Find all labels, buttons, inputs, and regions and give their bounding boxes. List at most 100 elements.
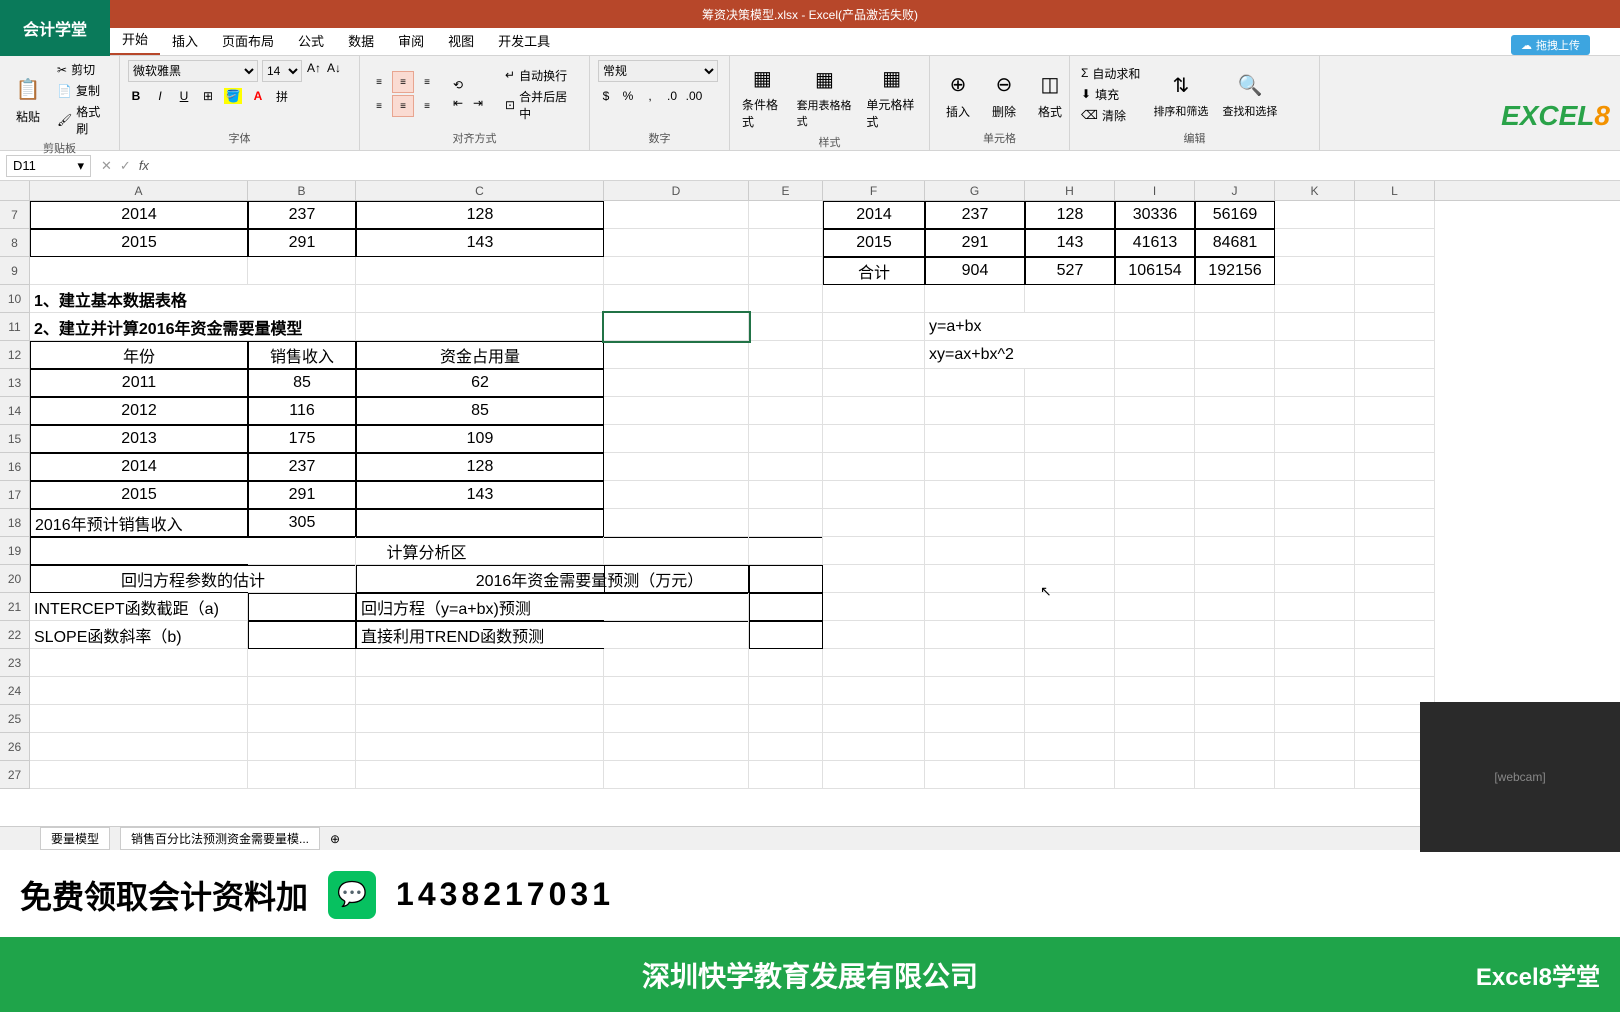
cell-A26[interactable] bbox=[30, 733, 248, 761]
cell-C15[interactable]: 109 bbox=[356, 425, 604, 453]
cell-J20[interactable] bbox=[1195, 565, 1275, 593]
row-header-16[interactable]: 16 bbox=[0, 453, 30, 481]
tab-dev[interactable]: 开发工具 bbox=[486, 26, 562, 55]
cell-G19[interactable] bbox=[925, 537, 1025, 565]
cell-D16[interactable] bbox=[604, 453, 749, 481]
cell-E7[interactable] bbox=[749, 201, 823, 229]
cell-A15[interactable]: 2013 bbox=[30, 425, 248, 453]
cell-B14[interactable]: 116 bbox=[248, 397, 356, 425]
align-top-center[interactable]: ≡ bbox=[392, 71, 414, 93]
cell-K23[interactable] bbox=[1275, 649, 1355, 677]
cell-H15[interactable] bbox=[1025, 425, 1115, 453]
cell-K27[interactable] bbox=[1275, 761, 1355, 789]
cell-H11[interactable] bbox=[1025, 313, 1115, 341]
cell-D17[interactable] bbox=[604, 481, 749, 509]
cell-K14[interactable] bbox=[1275, 397, 1355, 425]
cell-L9[interactable] bbox=[1355, 257, 1435, 285]
cell-H7[interactable]: 128 bbox=[1025, 201, 1115, 229]
cell-D22[interactable] bbox=[604, 621, 749, 649]
cell-D25[interactable] bbox=[604, 705, 749, 733]
cell-E15[interactable] bbox=[749, 425, 823, 453]
cell-C7[interactable]: 128 bbox=[356, 201, 604, 229]
cell-H8[interactable]: 143 bbox=[1025, 229, 1115, 257]
cell-I24[interactable] bbox=[1115, 677, 1195, 705]
row-header-21[interactable]: 21 bbox=[0, 593, 30, 621]
cell-I13[interactable] bbox=[1115, 369, 1195, 397]
cell-L13[interactable] bbox=[1355, 369, 1435, 397]
cell-I7[interactable]: 30336 bbox=[1115, 201, 1195, 229]
cell-F7[interactable]: 2014 bbox=[823, 201, 925, 229]
upload-button[interactable]: ☁ 拖拽上传 bbox=[1511, 35, 1590, 55]
currency-icon[interactable]: $ bbox=[598, 88, 614, 104]
cell-K26[interactable] bbox=[1275, 733, 1355, 761]
cell-K21[interactable] bbox=[1275, 593, 1355, 621]
cell-E11[interactable] bbox=[749, 313, 823, 341]
cell-B15[interactable]: 175 bbox=[248, 425, 356, 453]
cell-G22[interactable] bbox=[925, 621, 1025, 649]
cell-D8[interactable] bbox=[604, 229, 749, 257]
cell-F19[interactable] bbox=[823, 537, 925, 565]
cell-J13[interactable] bbox=[1195, 369, 1275, 397]
cell-B22[interactable] bbox=[248, 621, 356, 649]
cell-K16[interactable] bbox=[1275, 453, 1355, 481]
cell-J9[interactable]: 192156 bbox=[1195, 257, 1275, 285]
cell-J24[interactable] bbox=[1195, 677, 1275, 705]
cell-J8[interactable]: 84681 bbox=[1195, 229, 1275, 257]
cell-A22[interactable]: SLOPE函数斜率（b) bbox=[30, 621, 248, 649]
indent-right-icon[interactable]: ⇥ bbox=[470, 95, 486, 111]
cell-B27[interactable] bbox=[248, 761, 356, 789]
font-color-button[interactable]: A bbox=[250, 88, 266, 104]
merge-button[interactable]: ⊡合并后居中 bbox=[502, 87, 581, 123]
cell-J11[interactable] bbox=[1195, 313, 1275, 341]
cell-G17[interactable] bbox=[925, 481, 1025, 509]
cell-H9[interactable]: 527 bbox=[1025, 257, 1115, 285]
fx-icon[interactable]: fx bbox=[139, 158, 155, 174]
cell-K9[interactable] bbox=[1275, 257, 1355, 285]
delete-cell-button[interactable]: ⊖删除 bbox=[984, 67, 1024, 122]
align-top-left[interactable]: ≡ bbox=[368, 71, 390, 93]
cell-G8[interactable]: 291 bbox=[925, 229, 1025, 257]
tab-insert[interactable]: 插入 bbox=[160, 26, 210, 55]
cell-F9[interactable]: 合计 bbox=[823, 257, 925, 285]
cell-F23[interactable] bbox=[823, 649, 925, 677]
decrease-font-icon[interactable]: A↓ bbox=[326, 60, 342, 76]
cell-E26[interactable] bbox=[749, 733, 823, 761]
cell-D15[interactable] bbox=[604, 425, 749, 453]
cell-D12[interactable] bbox=[604, 341, 749, 369]
cell-I10[interactable] bbox=[1115, 285, 1195, 313]
cell-E12[interactable] bbox=[749, 341, 823, 369]
row-header-27[interactable]: 27 bbox=[0, 761, 30, 789]
cell-C8[interactable]: 143 bbox=[356, 229, 604, 257]
cell-K7[interactable] bbox=[1275, 201, 1355, 229]
table-format-button[interactable]: ▦套用表格格式 bbox=[793, 61, 857, 131]
cell-L22[interactable] bbox=[1355, 621, 1435, 649]
cell-H18[interactable] bbox=[1025, 509, 1115, 537]
row-header-18[interactable]: 18 bbox=[0, 509, 30, 537]
cell-H27[interactable] bbox=[1025, 761, 1115, 789]
border-button[interactable]: ⊞ bbox=[200, 88, 216, 104]
cell-F10[interactable] bbox=[823, 285, 925, 313]
cell-H22[interactable] bbox=[1025, 621, 1115, 649]
cell-E25[interactable] bbox=[749, 705, 823, 733]
cell-B12[interactable]: 销售收入 bbox=[248, 341, 356, 369]
cell-I25[interactable] bbox=[1115, 705, 1195, 733]
cell-I18[interactable] bbox=[1115, 509, 1195, 537]
percent-icon[interactable]: % bbox=[620, 88, 636, 104]
cell-E21[interactable] bbox=[749, 593, 823, 621]
cell-D20[interactable] bbox=[604, 565, 749, 593]
cell-C9[interactable] bbox=[356, 257, 604, 285]
row-header-23[interactable]: 23 bbox=[0, 649, 30, 677]
row-header-8[interactable]: 8 bbox=[0, 229, 30, 257]
col-header-F[interactable]: F bbox=[823, 181, 925, 200]
cell-D11[interactable] bbox=[604, 313, 749, 341]
cell-K20[interactable] bbox=[1275, 565, 1355, 593]
cell-L10[interactable] bbox=[1355, 285, 1435, 313]
cond-format-button[interactable]: ▦条件格式 bbox=[738, 60, 787, 132]
cell-F13[interactable] bbox=[823, 369, 925, 397]
col-header-A[interactable]: A bbox=[30, 181, 248, 200]
cell-L21[interactable] bbox=[1355, 593, 1435, 621]
cell-E14[interactable] bbox=[749, 397, 823, 425]
cell-A24[interactable] bbox=[30, 677, 248, 705]
col-header-C[interactable]: C bbox=[356, 181, 604, 200]
cell-A27[interactable] bbox=[30, 761, 248, 789]
